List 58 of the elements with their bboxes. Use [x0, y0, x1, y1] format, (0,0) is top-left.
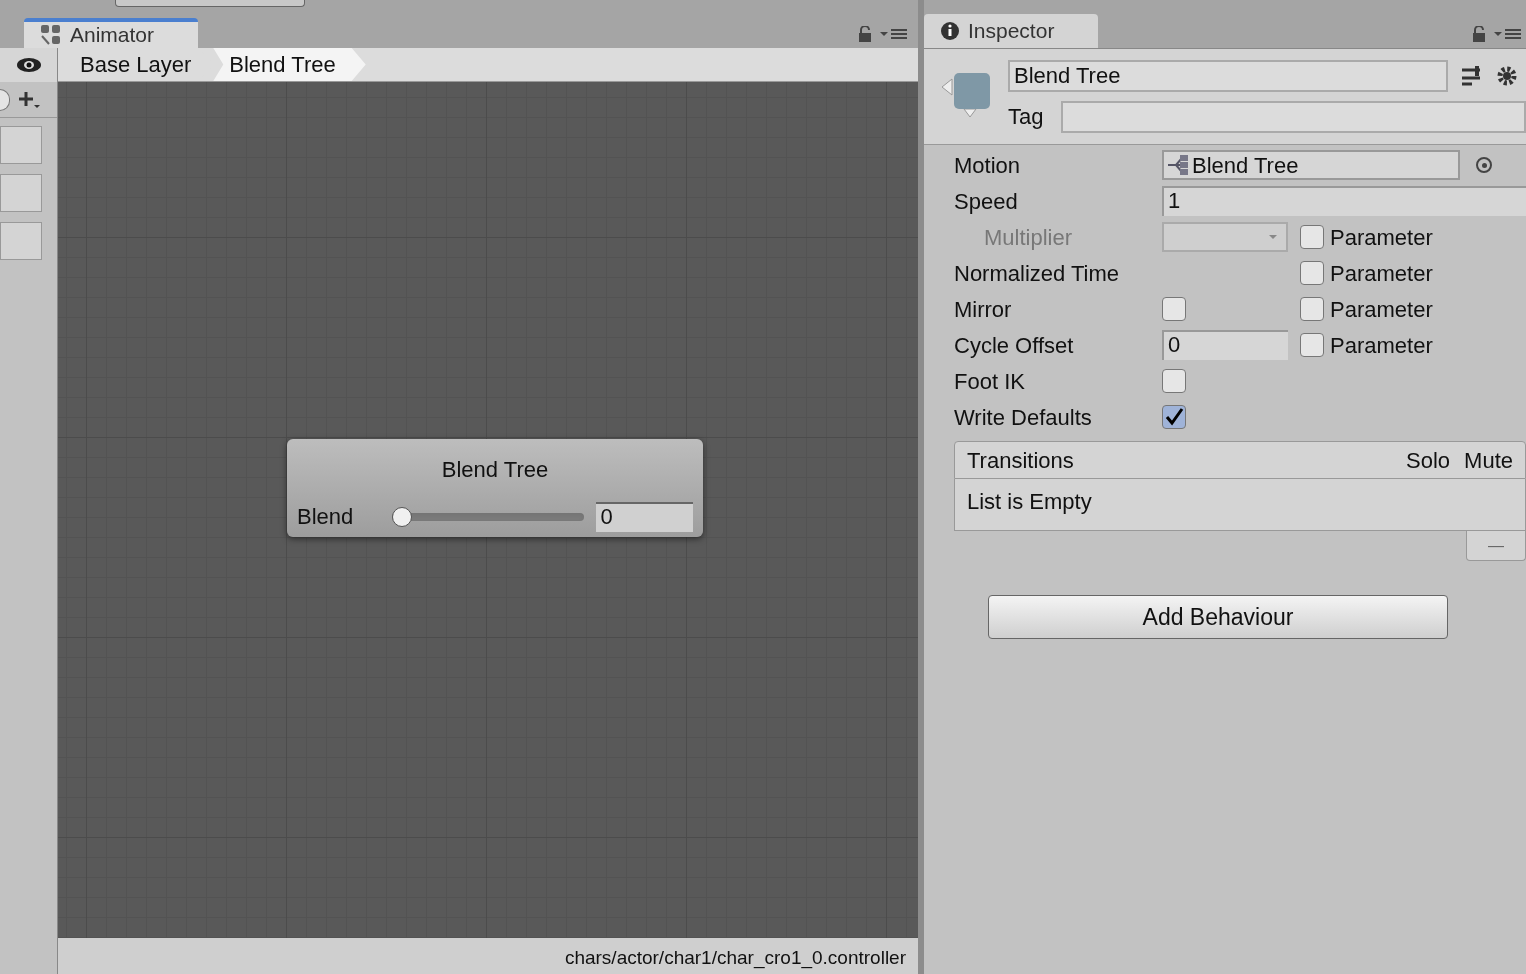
animator-icon	[40, 24, 62, 46]
blend-tree-icon	[1166, 154, 1190, 176]
checkbox[interactable]	[1162, 297, 1186, 321]
tag-label: Tag	[1008, 103, 1044, 131]
info-icon	[940, 21, 960, 41]
blend-tree-node[interactable]: Blend Tree Blend 0	[287, 439, 703, 537]
property-label: Speed	[953, 187, 1019, 216]
checkbox[interactable]	[1300, 261, 1324, 285]
toolbar-button-group[interactable]	[115, 0, 305, 7]
add-behaviour-button[interactable]: Add Behaviour	[988, 595, 1448, 639]
list-title: Transitions	[967, 446, 1075, 475]
checkbox[interactable]	[1300, 297, 1324, 321]
eye-icon[interactable]	[15, 57, 42, 73]
column-header: Solo	[1406, 446, 1451, 475]
property-label: Mirror	[953, 295, 1013, 324]
column-header: Mute	[1464, 446, 1513, 475]
settings-icon[interactable]	[1496, 65, 1518, 87]
checkbox[interactable]	[1162, 405, 1186, 429]
add-icon[interactable]	[18, 89, 40, 110]
checkbox-label: Parameter	[1330, 331, 1433, 360]
menu-icon[interactable]	[1494, 28, 1522, 40]
property-label: Multiplier	[983, 223, 1074, 252]
picker-icon[interactable]	[1476, 157, 1492, 173]
breadcrumb[interactable]: Blend Tree	[213, 48, 366, 81]
inspector-tab[interactable]: Inspector	[924, 14, 1098, 48]
property-label: Foot IK	[953, 367, 1026, 396]
name-field[interactable]: Blend Tree	[1008, 60, 1448, 92]
layer-item[interactable]	[0, 126, 42, 164]
checkbox-label: Parameter	[1330, 259, 1433, 288]
node-title: Blend Tree	[440, 456, 550, 484]
number-field[interactable]: 1	[1162, 186, 1526, 216]
layer-item[interactable]	[0, 222, 42, 260]
property-label: Cycle Offset	[953, 331, 1075, 360]
caret-icon	[1268, 233, 1278, 241]
tag-field[interactable]	[1061, 100, 1526, 133]
animator-tab[interactable]: Animator	[24, 18, 198, 48]
property-label: Motion	[953, 151, 1022, 180]
checkbox[interactable]	[1300, 333, 1324, 357]
property-label: Write Defaults	[953, 403, 1093, 432]
layer-item[interactable]	[0, 174, 42, 212]
slider[interactable]	[391, 505, 585, 528]
object-field[interactable]: Blend Tree	[1162, 150, 1460, 180]
menu-icon[interactable]	[880, 28, 908, 40]
number-field[interactable]: 0	[1162, 330, 1288, 360]
lock-icon[interactable]	[858, 26, 872, 42]
checkbox-label: Parameter	[1330, 295, 1433, 324]
parameter-label: Blend	[297, 503, 355, 531]
empty-list-text: List is Empty	[954, 479, 1526, 531]
remove-button[interactable]: —	[1466, 531, 1526, 561]
checkbox-label: Parameter	[1330, 223, 1433, 252]
lock-icon[interactable]	[1472, 26, 1486, 42]
value-field[interactable]: 0	[596, 501, 693, 532]
object-name: Blend Tree	[1192, 151, 1299, 180]
property-label: Normalized Time	[953, 259, 1121, 288]
slider-thumb[interactable]	[391, 506, 412, 527]
file-path: chars/actor/char1/char_cro1_0.controller	[564, 945, 906, 971]
checkbox[interactable]	[1162, 369, 1186, 393]
search-field[interactable]	[0, 88, 10, 111]
